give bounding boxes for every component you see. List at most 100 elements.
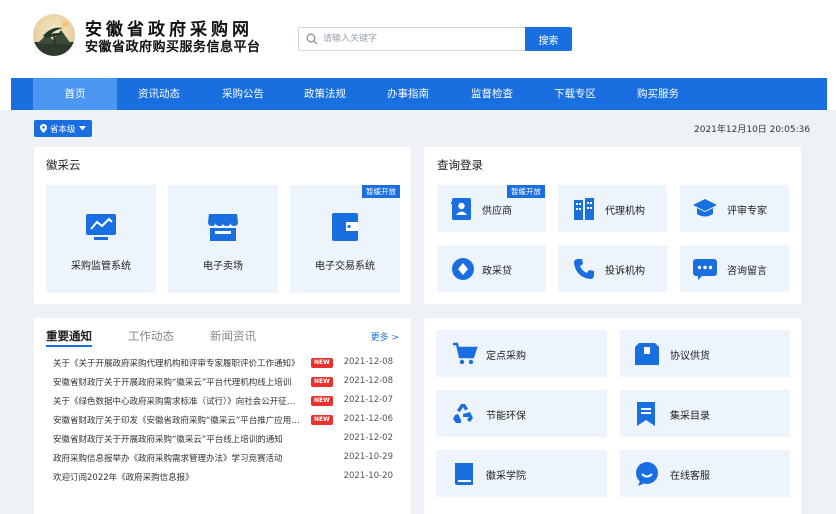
- tile-e-trading-system[interactable]: 暂缓开放 电子交易系统: [290, 185, 400, 293]
- search-input[interactable]: [323, 31, 518, 47]
- service-agreement-supply[interactable]: 协议供货: [620, 330, 790, 377]
- site-logo[interactable]: [33, 14, 75, 56]
- site-header: 安徽省政府采购网 安徽省政府购买服务信息平台 搜索: [0, 0, 836, 78]
- box-icon: [635, 343, 659, 365]
- service-central-catalog[interactable]: 集采目录: [620, 390, 790, 437]
- location-pin-icon: [40, 124, 47, 133]
- news-item-date: 2021-12-08: [343, 376, 393, 386]
- chat-bubble-icon: [693, 259, 717, 280]
- news-item-date: 2021-12-08: [343, 357, 393, 367]
- news-item-title[interactable]: 安徽省财政厅关于开展政府采购“徽采云”平台线上培训的通知: [53, 433, 303, 445]
- service-label: 节能环保: [486, 411, 526, 422]
- service-label: 徽采学院: [486, 471, 526, 482]
- search-icon: [306, 33, 318, 45]
- news-item-date: 2021-10-29: [343, 452, 393, 462]
- shopping-cart-icon: [453, 342, 478, 365]
- nav-item-guide[interactable]: 办事指南: [366, 78, 450, 110]
- nav-item-policies[interactable]: 政策法规: [283, 78, 367, 110]
- current-datetime: 2021年12月10日 20:05:36: [694, 125, 811, 135]
- login-label: 咨询留言: [727, 266, 767, 277]
- search-button[interactable]: 搜索: [525, 27, 572, 51]
- recycle-icon: [453, 404, 473, 423]
- news-item[interactable]: 关于《绿色数据中心政府采购需求标准（试行）》向社会公开征求意见 NEW 2021-1…: [53, 395, 393, 409]
- login-complaint[interactable]: 投诉机构: [558, 245, 667, 292]
- paused-tag: 暂缓开放: [507, 185, 545, 198]
- news-item-date: 2021-10-20: [343, 471, 393, 481]
- service-online-support[interactable]: 在线客服: [620, 450, 790, 497]
- paused-tag: 暂缓开放: [362, 185, 400, 198]
- service-designated-procurement[interactable]: 定点采购: [436, 330, 607, 377]
- news-item-title[interactable]: 安徽省财政厅关于印发《安徽省政府采购“徽采云”平台推广应用方案》: [53, 414, 303, 426]
- news-item[interactable]: 安徽省财政厅关于印发《安徽省政府采购“徽采云”平台推广应用方案》 NEW 2021-…: [53, 414, 393, 428]
- login-expert[interactable]: 评审专家: [680, 185, 789, 232]
- query-login-title: 查询登录: [437, 158, 483, 172]
- login-label: 投诉机构: [605, 266, 645, 277]
- nav-item-announcements[interactable]: 采购公告: [201, 78, 285, 110]
- huangshan-pine-logo-icon: [33, 21, 75, 56]
- news-item-date: 2021-12-02: [343, 433, 393, 443]
- tile-label: 采购监管系统: [71, 261, 131, 272]
- news-item-title[interactable]: 欢迎订阅2022年《政府采购信息报》: [53, 471, 303, 483]
- service-label: 定点采购: [486, 351, 526, 362]
- login-label: 供应商: [482, 206, 512, 217]
- caret-down-icon: [78, 126, 86, 131]
- tab-news[interactable]: 新闻资讯: [210, 328, 256, 344]
- news-item-title[interactable]: 关于《关于开展政府采购代理机构和评审专家履职评价工作通知》: [53, 357, 303, 369]
- nav-item-home[interactable]: 首页: [33, 78, 117, 110]
- new-badge: NEW: [311, 415, 333, 425]
- service-label: 在线客服: [670, 471, 710, 482]
- news-item[interactable]: 关于《关于开展政府采购代理机构和评审专家履职评价工作通知》 NEW 2021-12-…: [53, 357, 393, 371]
- nav-item-downloads[interactable]: 下载专区: [533, 78, 617, 110]
- main-nav: 首页 资讯动态 采购公告 政策法规 办事指南 监督检查 下载专区 购买服务: [11, 78, 827, 110]
- service-label: 协议供货: [670, 351, 710, 362]
- tab-important-notices[interactable]: 重要通知: [46, 328, 92, 344]
- tile-procurement-supervision[interactable]: 采购监管系统: [46, 185, 156, 293]
- news-item-title[interactable]: 关于《绿色数据中心政府采购需求标准（试行）》向社会公开征求意见: [53, 395, 303, 407]
- active-tab-underline: [46, 345, 92, 347]
- login-label: 政采贷: [482, 266, 512, 277]
- news-item[interactable]: 安徽省财政厅关于开展政府采购“徽采云”平台代理机构线上培训 NEW 2021-12-…: [53, 376, 393, 390]
- news-item-title[interactable]: 安徽省财政厅关于开展政府采购“徽采云”平台代理机构线上培训: [53, 376, 303, 388]
- tile-label: 电子交易系统: [315, 261, 375, 272]
- service-label: 集采目录: [670, 411, 710, 422]
- new-badge: NEW: [311, 358, 333, 368]
- nav-item-supervision[interactable]: 监督检查: [450, 78, 534, 110]
- region-label: 省本级: [50, 124, 76, 135]
- service-energy-saving[interactable]: 节能环保: [436, 390, 607, 437]
- services-panel: 定点采购 协议供货 节能环保 集采目录 徽采学院 在线客服: [424, 318, 801, 514]
- login-label: 评审专家: [727, 206, 767, 217]
- diamond-coin-icon: [452, 258, 474, 280]
- login-supplier[interactable]: 暂缓开放 供应商: [437, 185, 546, 232]
- huicaiyun-title: 徽采云: [46, 158, 81, 172]
- huicaiyun-panel: 徽采云 采购监管系统 电子卖场 暂缓开放 电子交易系统: [34, 147, 411, 304]
- news-item-date: 2021-12-07: [343, 395, 393, 405]
- wallet-icon: [332, 213, 358, 241]
- login-agency[interactable]: 代理机构: [558, 185, 667, 232]
- phone-icon: [574, 259, 594, 279]
- news-item[interactable]: 政府采购信息报举办《政府采购需求管理办法》学习竞赛活动 2021-10-29: [53, 452, 393, 466]
- customer-service-icon: [636, 462, 658, 486]
- new-badge: NEW: [311, 396, 333, 406]
- news-item[interactable]: 安徽省财政厅关于开展政府采购“徽采云”平台线上培训的通知 2021-12-02: [53, 433, 393, 447]
- news-item-title[interactable]: 政府采购信息报举办《政府采购需求管理办法》学习竞赛活动: [53, 452, 303, 464]
- tab-work-updates[interactable]: 工作动态: [128, 328, 174, 344]
- news-item[interactable]: 欢迎订阅2022年《政府采购信息报》 2021-10-20: [53, 471, 393, 485]
- login-label: 代理机构: [605, 206, 645, 217]
- nav-item-news[interactable]: 资讯动态: [117, 78, 201, 110]
- tile-label: 电子卖场: [203, 261, 243, 272]
- nav-item-purchase-services[interactable]: 购买服务: [616, 78, 700, 110]
- supplier-card-icon: [451, 198, 471, 220]
- bookmark-list-icon: [637, 402, 655, 426]
- login-gov-loan[interactable]: 政采贷: [437, 245, 546, 292]
- service-academy[interactable]: 徽采学院: [436, 450, 607, 497]
- more-link[interactable]: 更多 >: [371, 330, 399, 343]
- query-login-panel: 查询登录 暂缓开放 供应商 代理机构 评审专家 政采贷 投诉机构 咨询留言: [424, 147, 801, 304]
- new-badge: NEW: [311, 377, 333, 387]
- tile-e-mall[interactable]: 电子卖场: [168, 185, 278, 293]
- region-selector[interactable]: 省本级: [34, 120, 92, 137]
- login-consult[interactable]: 咨询留言: [680, 245, 789, 292]
- graduation-cap-icon: [693, 199, 717, 217]
- book-icon: [455, 463, 473, 485]
- search-box: [298, 27, 525, 51]
- storefront-icon: [208, 214, 238, 241]
